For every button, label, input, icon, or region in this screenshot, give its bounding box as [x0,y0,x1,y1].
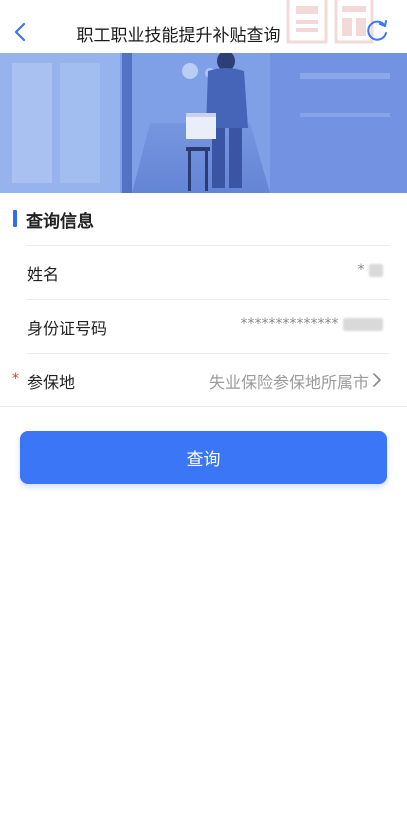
section-title: 查询信息 [26,212,94,232]
name-label: 姓名 [27,265,60,284]
name-row: 姓名 * [0,245,407,298]
id-number-value: ************** [241,316,383,332]
insured-region-label: 参保地 [27,373,76,392]
refresh-icon [367,20,387,41]
row-divider [26,245,390,246]
row-divider [26,353,390,354]
name-value-text: * [357,262,365,278]
insured-region-row[interactable]: * 参保地 失业保险参保地所属市 [0,353,407,406]
required-mark: * [12,371,19,387]
id-number-row: 身份证号码 ************** [0,299,407,352]
query-info-section-header: 查询信息 [0,196,407,244]
chevron-right-icon [373,373,381,387]
row-divider [26,299,390,300]
form-bottom-divider [0,406,407,407]
query-button[interactable]: 查询 [20,431,387,484]
back-button[interactable] [8,18,32,46]
refresh-button[interactable] [364,18,390,44]
page-title: 职工职业技能提升补贴查询 [76,26,281,46]
back-arrow-icon [14,22,26,42]
insured-region-select[interactable]: 失业保险参保地所属市 [209,369,369,393]
name-value: * [358,262,383,278]
section-accent-bar [13,210,17,227]
banner-image [0,53,407,193]
id-number-value-masked [343,317,383,331]
name-value-masked [369,263,383,277]
id-number-value-text: ************** [240,316,339,332]
office-hallway-illustration [0,53,407,193]
id-number-label: 身份证号码 [27,319,108,338]
